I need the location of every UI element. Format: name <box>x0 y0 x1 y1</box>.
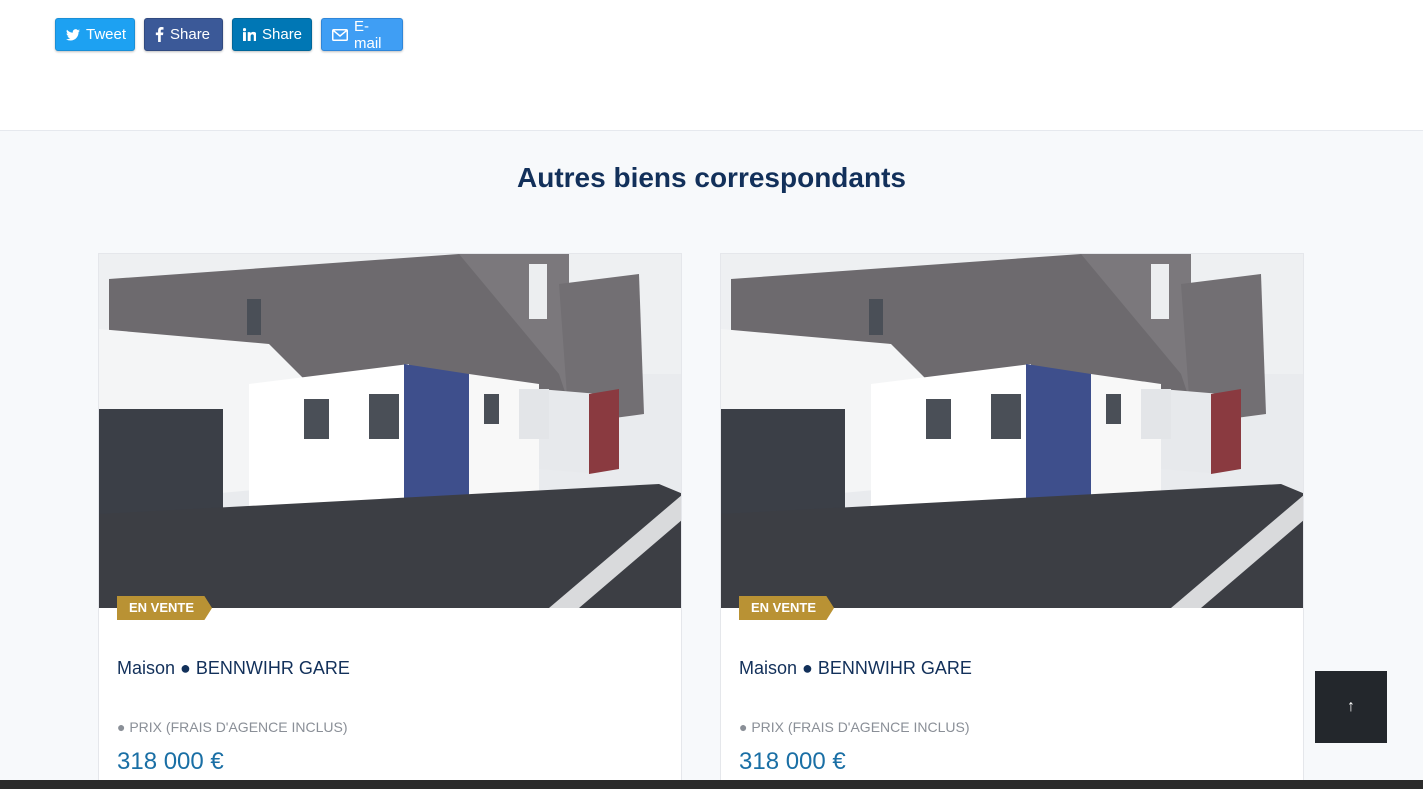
status-badge: EN VENTE <box>117 596 213 620</box>
listing-title[interactable]: Maison ● BENNWIHR GARE <box>739 658 972 679</box>
envelope-icon <box>332 28 348 41</box>
taskbar-strip <box>0 780 1423 789</box>
facebook-share-button[interactable]: Share <box>144 18 223 51</box>
listing-price: 318 000 € <box>739 748 846 775</box>
price-label: ● PRIX (FRAIS D'AGENCE INCLUS) <box>739 719 970 735</box>
tweet-button[interactable]: Tweet <box>55 18 135 51</box>
facebook-icon <box>155 27 164 42</box>
tweet-label: Tweet <box>86 26 127 43</box>
listing-price: 318 000 € <box>117 748 224 775</box>
arrow-up-icon: ↑ <box>1347 698 1355 715</box>
email-share-button[interactable]: E-mail <box>321 17 403 52</box>
linkedin-share-button[interactable]: Share <box>232 18 312 51</box>
status-badge: EN VENTE <box>739 596 835 620</box>
scroll-to-top-button[interactable]: ↑ <box>1315 671 1387 743</box>
linkedin-icon <box>243 28 256 41</box>
linkedin-share-label: Share <box>262 26 303 43</box>
twitter-icon <box>66 28 80 41</box>
price-label: ● PRIX (FRAIS D'AGENCE INCLUS) <box>117 719 348 735</box>
related-listings-section: Autres biens correspondants EN VENTE Mai… <box>0 130 1423 789</box>
listing-photo[interactable] <box>721 254 1303 608</box>
listing-card[interactable]: EN VENTE Maison ● BENNWIHR GARE ● PRIX (… <box>98 253 682 789</box>
listing-title[interactable]: Maison ● BENNWIHR GARE <box>117 658 350 679</box>
share-bar: Tweet Share Share E-mail <box>55 17 403 52</box>
section-title: Autres biens correspondants <box>517 162 906 193</box>
listing-photo[interactable] <box>99 254 681 608</box>
listing-card[interactable]: EN VENTE Maison ● BENNWIHR GARE ● PRIX (… <box>720 253 1304 789</box>
email-share-label: E-mail <box>354 17 382 52</box>
facebook-share-label: Share <box>170 26 211 43</box>
